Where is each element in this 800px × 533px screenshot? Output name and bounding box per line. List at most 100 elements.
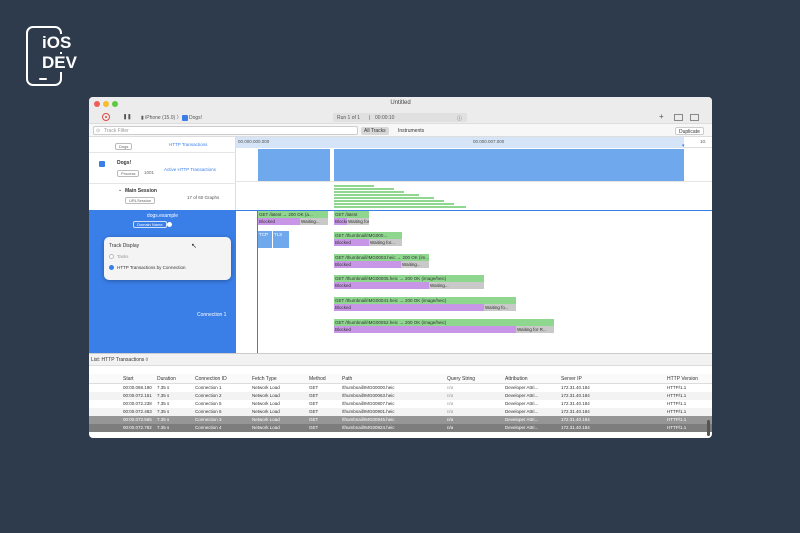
transaction-get-bar[interactable]: GET /thumbnail/IMG00005.heic → 200 OK (i… [334, 275, 484, 282]
table-row[interactable]: 00:00.068.190 7.35 s Connection 1 Network L… [89, 384, 712, 392]
session-graph-bar [334, 191, 404, 193]
transaction-get-bar[interactable]: GET /thumbnail/IMG0003.heic → 200 OK (im… [334, 254, 429, 261]
session-graph-bar [334, 197, 434, 199]
window-title: Untitled [390, 100, 411, 106]
tcp-bar[interactable]: TCP [258, 231, 272, 248]
blocked-bar[interactable]: Blocked [334, 304, 484, 311]
track-display-popover: Track Display Tasks HTTP Transactions by… [104, 237, 231, 280]
table-cell: Network Load [252, 401, 280, 406]
info-icon[interactable]: ⓘ [457, 115, 462, 122]
table-cell: Developer Attri... [505, 385, 539, 390]
duplicate-button[interactable]: Duplicate [675, 127, 704, 135]
table-row[interactable]: 00:00.072.238 7.35 s Connection 5 Network L… [89, 400, 712, 408]
tab-instruments[interactable]: Instruments [395, 127, 427, 135]
col-start[interactable]: Start [123, 376, 134, 382]
list-selector[interactable]: List: HTTP Transactions ◊ [91, 357, 148, 363]
waiting-bar[interactable]: Waiting for R... [516, 326, 554, 333]
col-path[interactable]: Path [342, 376, 352, 382]
waiting-bar[interactable]: Waiting fo... [484, 304, 516, 311]
disclosure-chevron-icon[interactable]: ⌄ [118, 187, 122, 193]
table-cell: Network Load [252, 417, 280, 422]
table-cell: /thumbnail/IMG00901.heic [342, 409, 395, 414]
blocked-bar[interactable]: Blocked [334, 239, 369, 246]
app-icon [181, 114, 188, 121]
session-graph-bar [334, 194, 419, 196]
record-button[interactable] [102, 113, 110, 121]
col-http-version[interactable]: HTTP Version [667, 376, 698, 382]
table-cell: HTTP/1.1 [667, 393, 687, 398]
table-cell: Connection 5 [195, 401, 222, 406]
tls-bar[interactable]: TLS [273, 231, 289, 248]
blocked-bar[interactable]: Blocked [258, 218, 300, 225]
table-cell: 7.35 s [157, 409, 170, 414]
ruler-label-start: 00.000.000.000 [238, 139, 270, 144]
connection-label: Connection 1 [197, 312, 227, 318]
top-track-link[interactable]: HTTP Transactions [169, 142, 207, 147]
logo-line-1: iOS [40, 33, 74, 52]
pause-icon[interactable]: ❚❚ [123, 114, 131, 120]
layout-right-icon[interactable] [690, 114, 699, 121]
radio-tasks[interactable] [109, 254, 114, 259]
waiting-bar[interactable]: Waiting... [401, 261, 429, 268]
blocked-bar[interactable]: Blocked [334, 326, 516, 333]
table-cell: GET [309, 385, 319, 390]
divider [89, 152, 236, 153]
col-server-ip[interactable]: Server IP [561, 376, 582, 382]
add-icon[interactable]: + [659, 112, 664, 121]
layout-bottom-icon[interactable] [674, 114, 683, 121]
col-query-string[interactable]: Query String [447, 376, 475, 382]
col-attribution[interactable]: Attribution [505, 376, 528, 382]
table-row[interactable]: 00:00.072.483 7.35 s Connection 6 Network L… [89, 408, 712, 416]
track-options-icon[interactable] [167, 222, 172, 227]
radio-http-by-connection[interactable] [109, 265, 114, 270]
transaction-get-bar[interactable]: GET /thumbnail/IMG00041.heic → 200 OK (i… [334, 297, 516, 304]
table-cell: Connection 2 [195, 393, 222, 398]
blocked-bar[interactable]: Blocked [334, 261, 401, 268]
table-row[interactable]: 00:00.072.565 7.35 s Connection 3 Network L… [89, 416, 712, 424]
session-graph-bar [334, 185, 374, 187]
table-cell: Connection 3 [195, 417, 222, 422]
tab-all-tracks[interactable]: All Tracks [361, 127, 389, 135]
table-cell: 00:00.068.190 [123, 385, 152, 390]
table-cell: Network Load [252, 385, 280, 390]
col-duration[interactable]: Duration [157, 376, 176, 382]
col-connection-id[interactable]: Connection ID [195, 376, 227, 382]
transaction-get-bar[interactable]: GET /thumbnail/IMG000... [334, 232, 402, 239]
table-row[interactable]: 00:00.072.151 7.35 s Connection 2 Network L… [89, 392, 712, 400]
blocked-bar[interactable]: Blocked [334, 282, 429, 289]
table-cell: 00:00.072.782 [123, 425, 152, 430]
table-cell: n/a [447, 417, 454, 422]
popover-title: Track Display [109, 243, 140, 249]
chevron-right-icon: 〉 [175, 115, 182, 121]
selected-domain-track[interactable]: dogs.example Domain Name Connection 1 [89, 210, 236, 353]
session-graph-bar [334, 203, 454, 205]
col-fetch-type[interactable]: Fetch Type [252, 376, 277, 382]
table-cell: 00:00.072.151 [123, 393, 152, 398]
transaction-get-bar[interactable]: GET /latest [334, 211, 369, 218]
table-cell: 7.35 s [157, 417, 170, 422]
transaction-get-bar[interactable]: GET /thumbnail/IMG00052.heic → 200 OK (i… [334, 319, 554, 326]
col-method[interactable]: Method [309, 376, 326, 382]
track-filter-field[interactable]: ⊙ Track Filter [93, 126, 358, 135]
table-cell: 172.31.40.184 [561, 393, 590, 398]
table-row[interactable]: 00:00.072.782 7.35 s Connection 4 Network L… [89, 424, 712, 432]
phone-home-indicator [39, 78, 47, 80]
blocked-bar[interactable]: Blocked [334, 218, 347, 225]
dogs-app-icon [99, 161, 105, 167]
top-badge: Dogs [115, 143, 133, 150]
waiting-bar[interactable]: Waiting for... [347, 218, 369, 225]
active-http-transactions-link[interactable]: Active HTTP Transactions [164, 167, 216, 172]
domain-name-badge: Domain Name [133, 221, 167, 228]
waiting-bar[interactable]: Waiting... [300, 218, 328, 225]
table-cell: /thumbnail/IMG00000.heic [342, 385, 395, 390]
device-selector[interactable]: ▮ iPhone (15.0) 〉 Dogs! [141, 114, 202, 121]
app-name: Dogs! [188, 115, 203, 121]
table-cell: HTTP/1.1 [667, 417, 687, 422]
waiting-bar[interactable]: Waiting... [429, 282, 484, 289]
urlsession-badge: URLSession [125, 197, 156, 204]
waiting-bar[interactable]: Waiting for... [369, 239, 402, 246]
logo-line-2: DEV [40, 53, 79, 72]
ios-dev-logo: iOS DEV [26, 26, 90, 88]
transaction-get-bar[interactable]: GET /latest → 200 OK (a... [258, 211, 328, 218]
table-scrollbar[interactable] [707, 420, 710, 436]
